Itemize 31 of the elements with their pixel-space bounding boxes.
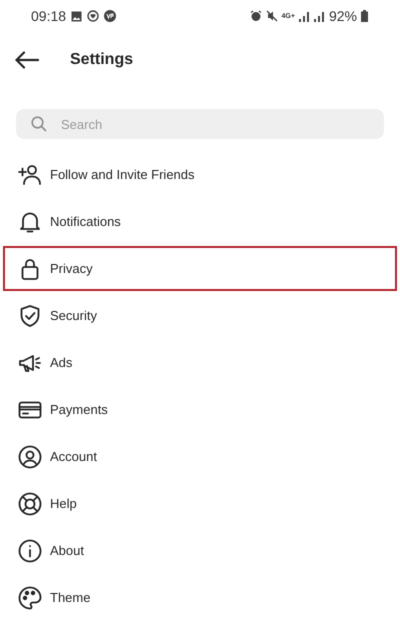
settings-item[interactable]: Privacy	[3, 246, 397, 291]
image-icon	[71, 10, 82, 22]
signal-icon	[298, 10, 310, 22]
settings-item[interactable]: Follow and Invite Friends	[3, 152, 397, 197]
lifebuoy-icon	[18, 492, 42, 516]
settings-item[interactable]: Theme	[3, 575, 397, 620]
alarm-icon	[250, 10, 262, 22]
settings-item[interactable]: Security	[3, 293, 397, 338]
info-icon	[18, 538, 42, 562]
settings-item[interactable]: Account	[3, 434, 397, 479]
settings-item[interactable]: About	[3, 528, 397, 573]
battery-percent: 92%	[328, 6, 357, 26]
settings-item[interactable]: Payments	[3, 387, 397, 432]
person-circle-icon	[18, 444, 42, 468]
app-badge-icon	[104, 10, 116, 22]
shield-check-icon	[18, 304, 42, 328]
search-field[interactable]: Search	[16, 109, 384, 139]
settings-item[interactable]: Help	[3, 481, 397, 526]
search-icon	[31, 116, 47, 132]
back-arrow-icon[interactable]	[15, 50, 39, 68]
clock-time: 09:18	[31, 6, 66, 26]
page-title: Settings	[70, 50, 134, 70]
person-plus-icon	[18, 162, 42, 186]
heart-circle-icon	[87, 10, 100, 22]
battery-icon	[361, 10, 368, 22]
palette-icon	[18, 586, 42, 610]
bell-icon	[18, 210, 42, 234]
signal-icon	[314, 10, 325, 22]
settings-item[interactable]: Notifications	[3, 199, 397, 244]
settings-item[interactable]: Ads	[3, 340, 397, 385]
mute-icon	[266, 10, 278, 22]
